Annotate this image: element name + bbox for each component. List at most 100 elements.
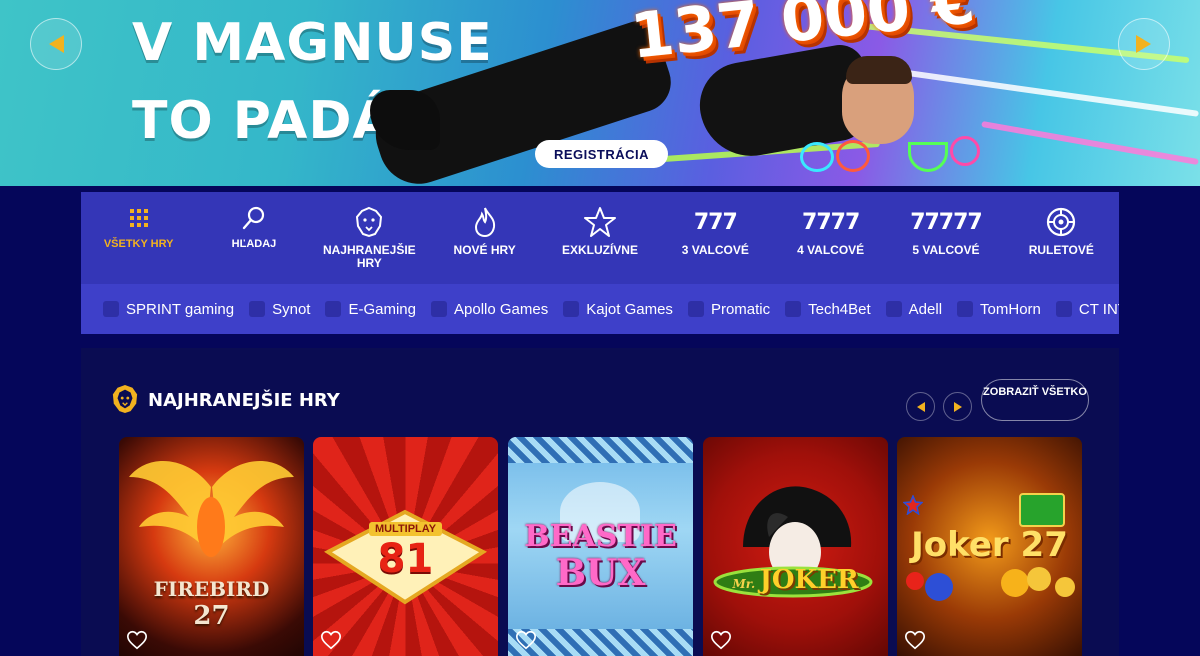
provider-checkbox[interactable]: Apollo Games (431, 301, 548, 318)
checkbox-icon (1055, 301, 1072, 317)
game-title-line1: BEASTIE (524, 519, 677, 554)
provider-checkbox[interactable]: TomHorn (957, 301, 1041, 318)
star-icon (542, 206, 657, 238)
hero-banner[interactable]: V MAGNUSE TO PADÁ 137 000 € REGISTRÁCIA (0, 0, 1200, 186)
heart-icon[interactable] (710, 629, 732, 651)
category-label: EXKLUZÍVNE (561, 243, 638, 257)
hero-prev-button[interactable] (30, 18, 82, 70)
game-title: MULTIPLAY 81 (313, 519, 498, 581)
fruit-icon (800, 142, 834, 172)
provider-name: CT INTERACTIVE (1078, 300, 1119, 318)
game-card-mr-joker[interactable]: Mr. JOKER (703, 437, 888, 656)
category-5-reel[interactable]: 77777 5 VALCOVÉ (888, 192, 1003, 284)
category-search[interactable]: HĽADAJ (196, 192, 311, 284)
game-title: Mr. JOKER (703, 565, 888, 595)
game-card-firebird-27[interactable]: FIREBIRD 27 (119, 437, 304, 656)
game-title-line2: 27 (1020, 525, 1068, 565)
fruit-icon (906, 567, 1075, 601)
sevens-text: 777 (693, 209, 738, 235)
lion-icon (312, 206, 427, 238)
game-title-line1: Joker (911, 525, 1009, 565)
provider-checkbox[interactable]: Kajot Games (563, 301, 673, 318)
grid-icon (81, 202, 196, 234)
category-all-games[interactable]: VŠETKY HRY (81, 192, 196, 284)
roulette-icon (1004, 206, 1119, 238)
flame-icon (427, 206, 542, 238)
arrow-right-icon (953, 401, 962, 412)
games-prev-button[interactable] (906, 392, 935, 421)
checkbox-icon (325, 301, 342, 317)
game-title-line1: FIREBIRD (153, 577, 270, 601)
sevens-text: 77777 (910, 209, 983, 235)
sevens-icon: 777 (658, 206, 773, 238)
game-title-line2: 27 (193, 601, 230, 631)
lion-icon (112, 385, 138, 413)
arrow-left-icon (916, 401, 925, 412)
category-most-played[interactable]: NAJHRANEJŠIE HRY (312, 192, 427, 284)
fruit-icon (908, 142, 948, 172)
category-label: 5 VALCOVÉ (912, 243, 980, 257)
most-played-section: NAJHRANEJŠIE HRY ZOBRAZIŤ VŠETKO FIREBIR… (81, 348, 1119, 656)
game-card-beastie-bux[interactable]: BEASTIE BUX (508, 437, 693, 656)
checkbox-icon (249, 301, 266, 317)
arrow-right-icon (1136, 35, 1151, 53)
game-card-joker-27[interactable]: Joker 27 (897, 437, 1082, 656)
fruit-icon (836, 140, 870, 172)
provider-name: Kajot Games (586, 300, 673, 318)
sevens-text: 7777 (802, 209, 860, 235)
provider-checkbox[interactable]: Synot (249, 301, 310, 318)
provider-name: Apollo Games (454, 300, 549, 318)
provider-checkbox[interactable]: Adell (885, 300, 943, 318)
provider-filter: SPRINT gaming Synot E-Gaming Apollo Game… (81, 284, 1119, 334)
game-title: Joker 27 (897, 525, 1082, 565)
provider-checkbox[interactable]: SPRINT gaming (103, 301, 234, 318)
arrow-left-icon (49, 35, 64, 53)
category-label: 4 VALCOVÉ (797, 243, 865, 257)
category-roulette[interactable]: RULETOVÉ (1004, 192, 1119, 284)
game-title-line2: BUX (555, 552, 646, 594)
category-label: NOVÉ HRY (453, 243, 516, 257)
register-button[interactable]: REGISTRÁCIA (535, 140, 668, 168)
hero-title-line1: V MAGNUSE (132, 13, 493, 73)
star-icon (903, 495, 923, 515)
provider-checkbox[interactable]: Promatic (687, 300, 771, 318)
category-exclusive[interactable]: EXKLUZÍVNE (542, 192, 657, 284)
category-nav: VŠETKY HRY HĽADAJ NAJHRANEJŠIE HRY NOVÉ … (81, 192, 1119, 284)
phoenix-icon (129, 460, 294, 557)
hero-next-button[interactable] (1118, 18, 1170, 70)
provider-checkbox[interactable]: E-Gaming (325, 301, 416, 318)
sevens-icon: 77777 (888, 206, 1003, 238)
show-all-button[interactable]: ZOBRAZIŤ VŠETKO (981, 379, 1089, 421)
search-icon (196, 202, 311, 234)
checkbox-icon (103, 301, 119, 317)
checkbox-icon (563, 301, 580, 317)
provider-checkbox[interactable]: CT INTERACTIVE (1055, 300, 1119, 318)
category-3-reel[interactable]: 777 3 VALCOVÉ (658, 192, 773, 284)
provider-name: Promatic (710, 300, 771, 318)
light-streak (981, 120, 1199, 166)
category-label: NAJHRANEJŠIE HRY (322, 243, 416, 270)
checkbox-icon (687, 301, 704, 317)
category-4-reel[interactable]: 7777 4 VALCOVÉ (773, 192, 888, 284)
fruit-icon (950, 136, 980, 166)
checkbox-icon (885, 301, 902, 317)
jackpot-badge (1019, 493, 1065, 527)
checkbox-icon (785, 301, 802, 317)
game-title: BEASTIE BUX (508, 519, 693, 591)
sevens-icon: 7777 (773, 206, 888, 238)
games-next-button[interactable] (943, 392, 972, 421)
provider-name: Adell (908, 300, 943, 318)
heart-icon[interactable] (320, 629, 342, 651)
heart-icon[interactable] (904, 629, 926, 651)
provider-checkbox[interactable]: Tech4Bet (785, 301, 871, 318)
game-title-line1: Mr. (732, 577, 756, 591)
category-new-games[interactable]: NOVÉ HRY (427, 192, 542, 284)
provider-name: SPRINT gaming (126, 300, 235, 318)
heart-icon[interactable] (515, 629, 537, 651)
checkbox-icon (957, 301, 974, 317)
heart-icon[interactable] (126, 629, 148, 651)
game-card-multiplay-81[interactable]: MULTIPLAY 81 (313, 437, 498, 656)
pattern-strip (508, 437, 693, 463)
category-label: RULETOVÉ (1028, 243, 1094, 257)
category-label: VŠETKY HRY (103, 238, 174, 250)
